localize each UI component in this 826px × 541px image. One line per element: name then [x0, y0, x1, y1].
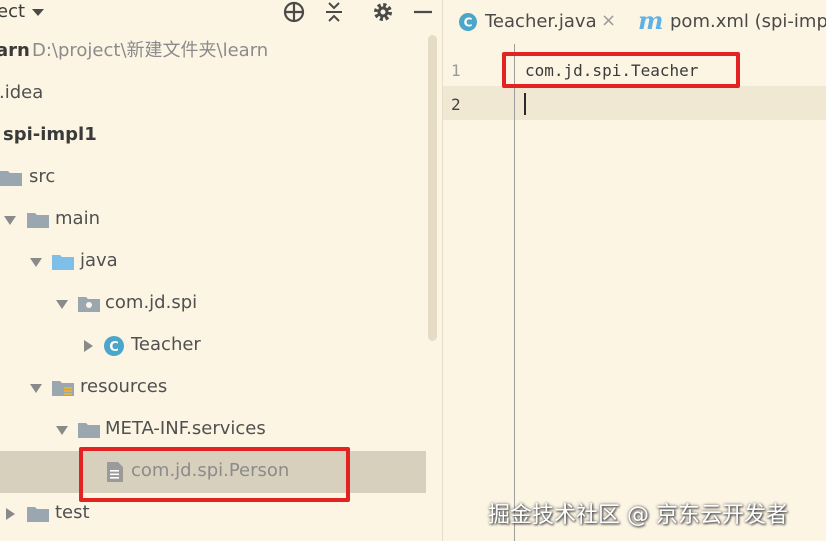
- line-number: 1: [451, 61, 461, 80]
- editor-tab-bar: C Teacher.java × m pom.xml (spi-impl: [443, 0, 826, 44]
- line-number-gutter: 1 2: [443, 44, 515, 541]
- folder-icon: [27, 503, 49, 523]
- tree-path-learn: D:\project\新建文件夹\learn: [32, 40, 269, 61]
- tree-row-idea[interactable]: .idea: [0, 73, 441, 115]
- tree-label-java: java: [80, 250, 118, 271]
- annotation-highlight: [79, 447, 350, 502]
- line-number: 2: [451, 95, 461, 114]
- tree-row-package[interactable]: com.jd.spi: [0, 283, 441, 325]
- chevron-down-icon[interactable]: [28, 2, 54, 28]
- tree-row-learn[interactable]: arn D:\project\新建文件夹\learn: [0, 31, 441, 73]
- tree-label-package: com.jd.spi: [105, 292, 198, 313]
- watermark: 掘金技术社区 @ 京东云开发者: [488, 503, 788, 528]
- tree-label-resources: resources: [80, 376, 168, 397]
- tree-row-java[interactable]: java: [0, 241, 441, 283]
- tree-row-src[interactable]: src: [0, 157, 441, 199]
- folder-icon: [78, 419, 100, 439]
- chevron-right-icon[interactable]: [81, 338, 95, 352]
- chevron-down-icon[interactable]: [55, 296, 69, 310]
- locate-icon[interactable]: [282, 0, 308, 26]
- chevron-down-icon[interactable]: [55, 422, 69, 436]
- panel-title: ect: [0, 1, 26, 22]
- tree-row-meta-inf[interactable]: META-INF.services: [0, 409, 441, 451]
- tree-row-main[interactable]: main: [0, 199, 441, 241]
- annotation-highlight: [502, 52, 740, 88]
- chevron-down-icon[interactable]: [29, 254, 43, 268]
- tree-scrollbar[interactable]: [428, 35, 437, 341]
- package-icon: [78, 293, 100, 313]
- resources-folder-icon: [52, 377, 74, 397]
- class-icon: C: [458, 12, 478, 32]
- source-folder-icon: [52, 251, 74, 271]
- minimize-icon[interactable]: [411, 0, 437, 26]
- chevron-right-icon[interactable]: [3, 506, 17, 520]
- tab-pom-xml[interactable]: pom.xml (spi-impl: [670, 11, 826, 32]
- tree-row-resources[interactable]: resources: [0, 367, 441, 409]
- chevron-down-icon[interactable]: [3, 212, 17, 226]
- tree-label-src: src: [29, 166, 56, 187]
- folder-icon: [27, 209, 49, 229]
- svg-text:C: C: [464, 16, 473, 30]
- close-icon[interactable]: ×: [601, 10, 616, 31]
- tree-row-teacher[interactable]: C Teacher: [0, 325, 441, 367]
- tree-label-spi-impl1: spi-impl1: [3, 124, 97, 145]
- collapse-all-icon[interactable]: [322, 0, 348, 26]
- gear-icon[interactable]: [371, 0, 397, 26]
- tree-label-main: main: [55, 208, 100, 229]
- class-icon: C: [103, 335, 125, 356]
- tree-label-test: test: [55, 502, 90, 523]
- tree-label-idea: .idea: [0, 82, 44, 103]
- tree-label-meta-inf: META-INF.services: [105, 418, 266, 439]
- text-caret: [524, 93, 526, 115]
- panel-toolbar: ect: [0, 0, 441, 28]
- chevron-down-icon[interactable]: [29, 380, 43, 394]
- tree-label-teacher: Teacher: [131, 334, 201, 355]
- tab-teacher-java[interactable]: Teacher.java: [485, 11, 597, 32]
- maven-icon: m: [638, 6, 664, 35]
- tree-row-spi-impl1[interactable]: spi-impl1: [0, 115, 441, 157]
- tree-label-learn: arn: [0, 40, 30, 61]
- folder-icon: [0, 167, 22, 187]
- svg-text:C: C: [109, 340, 119, 355]
